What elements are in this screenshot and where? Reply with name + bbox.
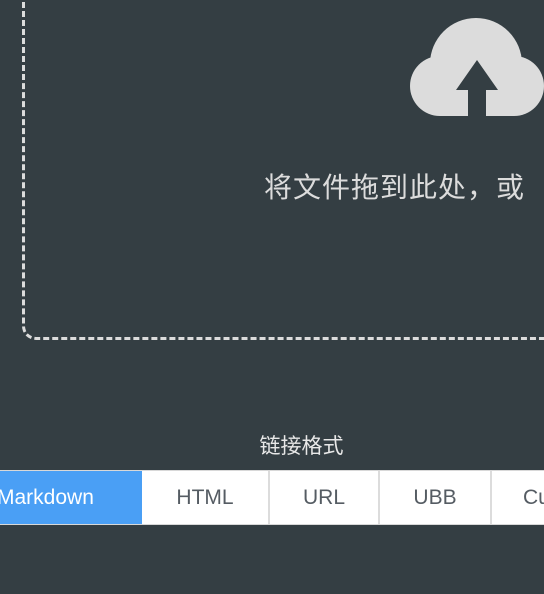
cloud-upload-icon[interactable] [410, 16, 544, 116]
tab-html[interactable]: HTML [142, 471, 270, 524]
tab-ubb[interactable]: UBB [380, 471, 492, 524]
link-format-label: 链接格式 [259, 434, 344, 458]
tab-custom[interactable]: Cu [492, 471, 544, 524]
upload-page: 将文件拖到此处，或 链接格式 Markdown HTML URL UBB Cu [0, 0, 544, 594]
drop-hint-text: 将文件拖到此处，或 [264, 171, 526, 204]
tab-markdown[interactable]: Markdown [0, 471, 142, 524]
link-format-tabs: Markdown HTML URL UBB Cu [0, 470, 544, 525]
tab-url[interactable]: URL [270, 471, 380, 524]
